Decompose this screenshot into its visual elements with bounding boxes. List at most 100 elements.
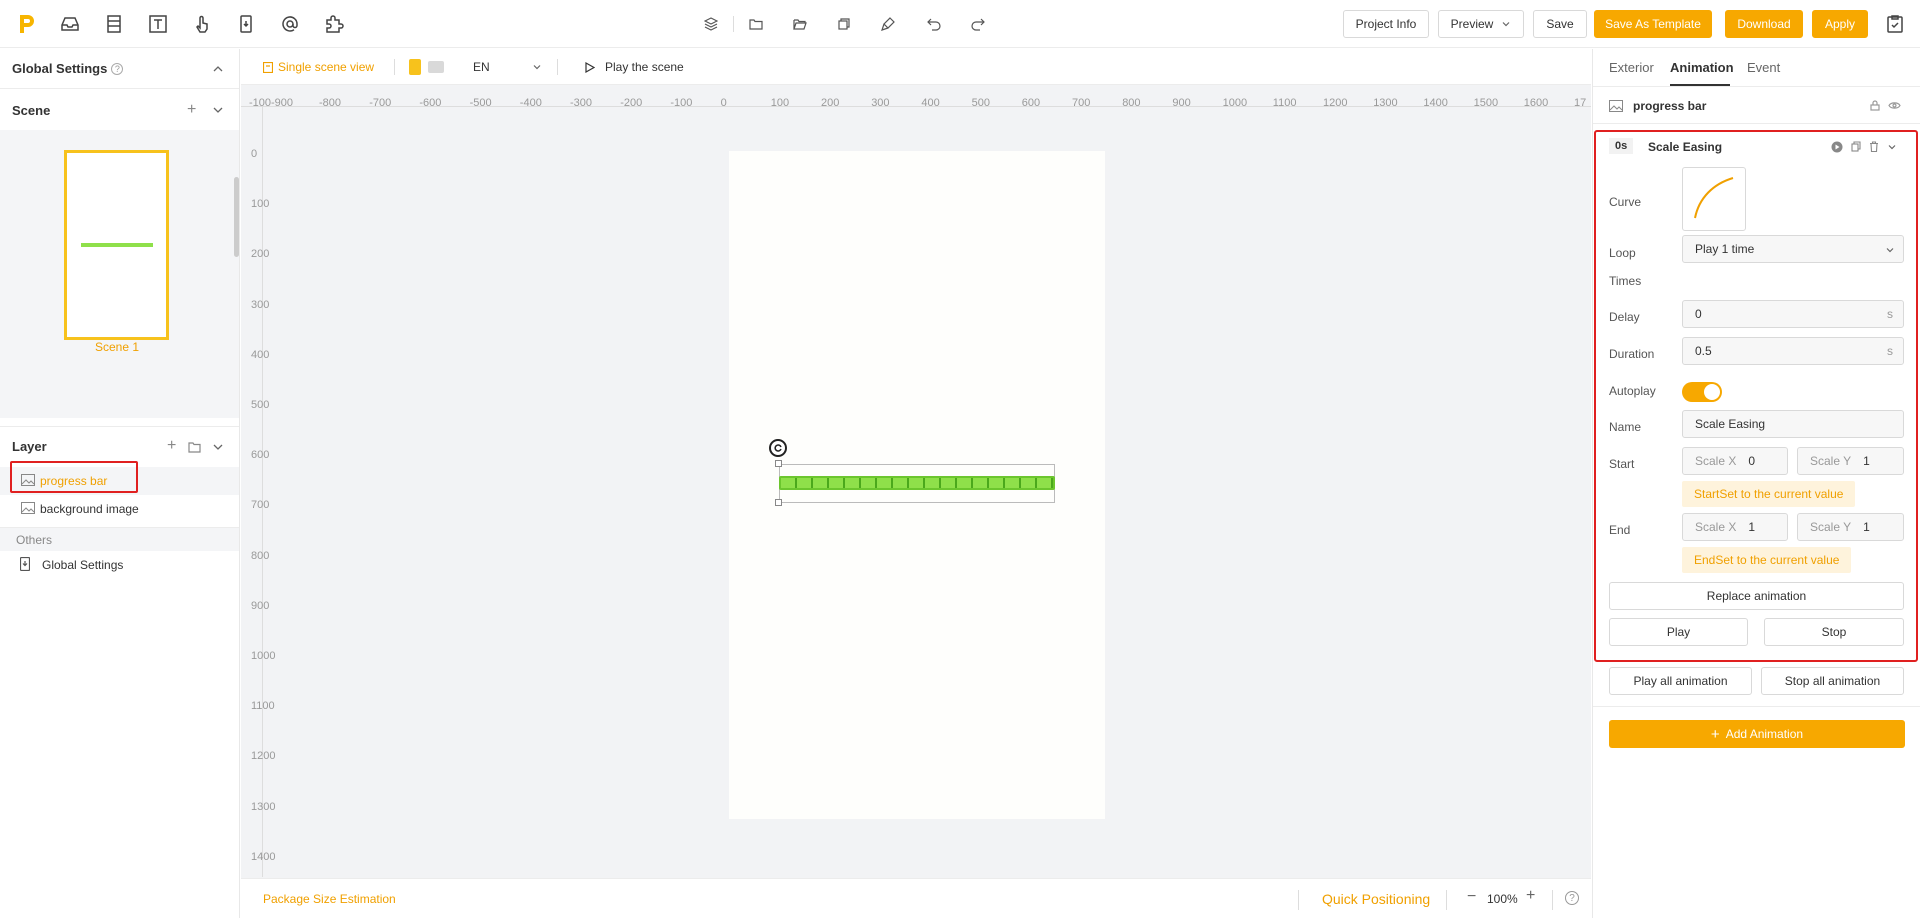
- scene-thumbnail[interactable]: [64, 150, 169, 340]
- name-input[interactable]: Scale Easing: [1682, 410, 1904, 438]
- resize-handle[interactable]: [775, 460, 782, 467]
- folder-open-icon[interactable]: [790, 14, 810, 34]
- scale-y-value: 1: [1863, 520, 1870, 534]
- ruler-x-label: 500: [971, 97, 990, 109]
- play-icon: [585, 62, 595, 73]
- text-icon[interactable]: [146, 12, 170, 36]
- replace-animation-button[interactable]: Replace animation: [1609, 582, 1904, 610]
- undo-icon[interactable]: [924, 14, 944, 34]
- chevron-down-icon: [1886, 248, 1894, 253]
- plugin-icon[interactable]: [322, 12, 346, 36]
- ruler-y-label: 300: [251, 298, 270, 311]
- inbox-icon[interactable]: [58, 12, 82, 36]
- touch-icon[interactable]: [190, 12, 214, 36]
- chevron-down-icon[interactable]: [212, 104, 224, 116]
- loop-select[interactable]: Play 1 time: [1682, 235, 1904, 263]
- ruler-y-label: 900: [251, 599, 270, 612]
- copy-icon[interactable]: [1851, 141, 1862, 152]
- add-layer-icon[interactable]: +: [167, 437, 176, 455]
- delete-icon[interactable]: [1869, 141, 1879, 152]
- project-info-label: Project Info: [1355, 17, 1417, 31]
- ruler-y-label: 1000: [251, 650, 276, 662]
- project-info-button[interactable]: Project Info: [1343, 10, 1429, 38]
- play-all-animation-button[interactable]: Play all animation: [1609, 667, 1752, 695]
- times-label: Times: [1609, 274, 1642, 288]
- rotate-handle[interactable]: [769, 439, 787, 457]
- download-label: Download: [1737, 17, 1791, 31]
- animation-title: Scale Easing: [1648, 140, 1723, 154]
- animation-card-header[interactable]: 0s Scale Easing: [1596, 132, 1916, 162]
- scene-header: Scene +: [0, 90, 239, 130]
- quick-positioning-button[interactable]: Quick Positioning: [1322, 891, 1430, 907]
- stop-button[interactable]: Stop: [1764, 618, 1904, 646]
- redo-icon[interactable]: [968, 14, 988, 34]
- zoom-out-button[interactable]: −: [1467, 888, 1476, 906]
- ruler-x-label: -700: [369, 97, 392, 109]
- chevron-down-icon[interactable]: [532, 62, 542, 72]
- tab-exterior[interactable]: Exterior: [1609, 60, 1654, 75]
- help-icon[interactable]: ?: [111, 62, 124, 75]
- start-scale-y-input[interactable]: Scale Y 1: [1797, 447, 1904, 475]
- chevron-up-icon[interactable]: [212, 63, 224, 75]
- color-swatch-yellow[interactable]: [409, 59, 421, 75]
- checklist-icon[interactable]: [1883, 12, 1907, 36]
- download-button[interactable]: Download: [1725, 10, 1803, 38]
- canvas-toolbar: Single scene view EN Play the scene: [241, 49, 1591, 85]
- folder-icon[interactable]: [746, 14, 766, 34]
- artboard[interactable]: [729, 151, 1105, 819]
- language-select[interactable]: EN: [473, 60, 490, 74]
- duration-input[interactable]: 0.5 s: [1682, 337, 1904, 365]
- at-icon[interactable]: [278, 12, 302, 36]
- save-as-template-button[interactable]: Save As Template: [1594, 10, 1712, 38]
- end-set-current-button[interactable]: EndSet to the current value: [1682, 547, 1852, 573]
- ruler-x-label: 400: [921, 97, 940, 109]
- phone-icon[interactable]: [234, 12, 258, 36]
- save-button[interactable]: Save: [1533, 10, 1587, 38]
- tab-animation[interactable]: Animation: [1670, 60, 1734, 75]
- autoplay-toggle[interactable]: [1682, 382, 1722, 402]
- curve-preview[interactable]: [1682, 167, 1746, 231]
- single-scene-view-toggle[interactable]: Single scene view: [278, 60, 374, 74]
- eye-icon[interactable]: [1888, 101, 1901, 110]
- delay-input[interactable]: 0 s: [1682, 300, 1904, 328]
- start-set-current-button[interactable]: StartSet to the current value: [1682, 481, 1856, 507]
- add-animation-button[interactable]: + Add Animation: [1609, 720, 1905, 748]
- end-label: End: [1609, 523, 1631, 537]
- curve-label: Curve: [1609, 195, 1642, 209]
- stop-all-animation-button[interactable]: Stop all animation: [1761, 667, 1904, 695]
- others-item-global-settings[interactable]: Global Settings: [0, 551, 239, 579]
- end-scale-x-input[interactable]: Scale X 1: [1682, 513, 1788, 541]
- start-scale-x-input[interactable]: Scale X 0: [1682, 447, 1788, 475]
- play-button[interactable]: Play: [1609, 618, 1748, 646]
- preview-button[interactable]: Preview: [1438, 10, 1524, 38]
- chevron-down-icon[interactable]: [1887, 142, 1897, 152]
- layer-label: progress bar: [40, 474, 108, 488]
- scene-title: Scene: [12, 102, 51, 118]
- apply-button[interactable]: Apply: [1812, 10, 1868, 38]
- end-scale-y-input[interactable]: Scale Y 1: [1797, 513, 1904, 541]
- play-circle-icon[interactable]: [1831, 141, 1843, 153]
- tab-event[interactable]: Event: [1747, 60, 1780, 75]
- ruler-x-label: -900: [271, 97, 294, 109]
- phone-icon: [20, 557, 30, 571]
- play-all-label: Play all animation: [1633, 674, 1728, 688]
- form-icon[interactable]: [102, 12, 126, 36]
- layer-item-progress-bar[interactable]: progress bar: [0, 461, 239, 495]
- ruler-x-label: 1300: [1373, 97, 1398, 109]
- lock-icon[interactable]: [1870, 100, 1880, 111]
- add-scene-icon[interactable]: +: [187, 101, 196, 119]
- color-swatch-gray[interactable]: [428, 61, 444, 73]
- zoom-in-button[interactable]: +: [1526, 887, 1535, 905]
- help-icon[interactable]: ?: [1565, 891, 1579, 905]
- resize-handle[interactable]: [775, 499, 782, 506]
- copy-icon[interactable]: [834, 14, 854, 34]
- package-size-link[interactable]: Package Size Estimation: [263, 892, 396, 906]
- layers-icon[interactable]: [701, 14, 721, 34]
- layer-item-background-image[interactable]: background image: [0, 495, 239, 523]
- progress-bar-element[interactable]: [779, 476, 1055, 490]
- chevron-down-icon[interactable]: [212, 441, 224, 453]
- brush-icon[interactable]: [878, 14, 898, 34]
- play-scene-button[interactable]: Play the scene: [605, 60, 684, 74]
- folder-icon[interactable]: [188, 441, 201, 453]
- scrollbar[interactable]: [234, 177, 239, 257]
